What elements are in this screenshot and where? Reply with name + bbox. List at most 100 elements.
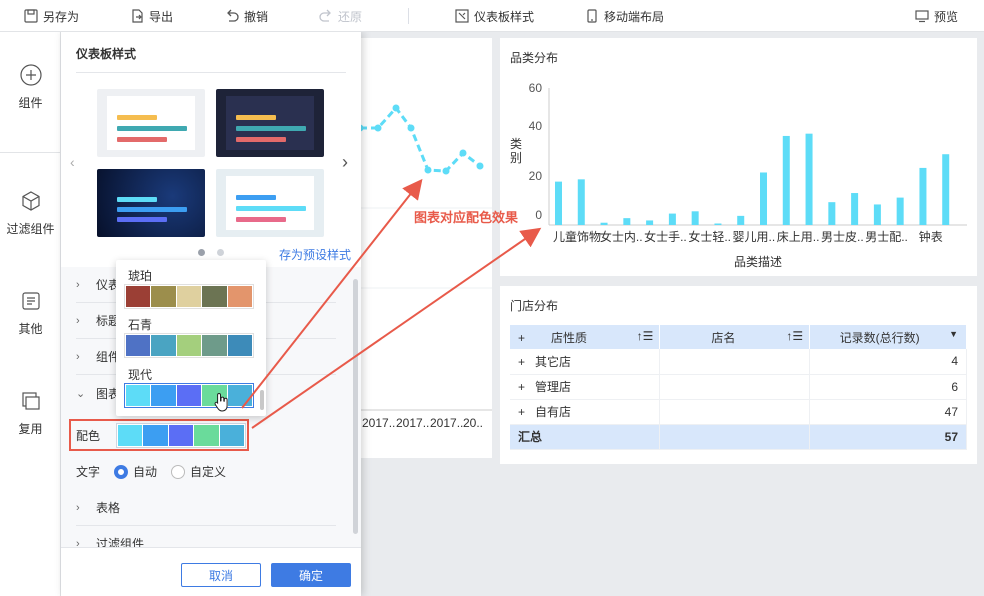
expand-icon[interactable]: + [518, 355, 525, 369]
section-table[interactable]: › 表格 [76, 490, 336, 526]
redo-button[interactable]: 还原 [319, 0, 362, 32]
line-series [360, 105, 481, 173]
style-thumb-starry[interactable] [97, 169, 205, 237]
palette-swatch [227, 385, 253, 406]
palette-swatch [202, 335, 227, 356]
chevron-right-icon: › [76, 537, 80, 548]
palette-swatch [126, 286, 151, 307]
chevron-left-icon[interactable]: ‹ [70, 154, 75, 170]
panel-divider [76, 72, 346, 73]
dropdown-scrollbar[interactable] [260, 390, 264, 410]
chevron-right-icon: › [76, 501, 80, 514]
palette-option-modern[interactable] [124, 383, 254, 408]
bar [919, 167, 927, 225]
toolbar: 另存为 导出 撤销 还原 仪表板样式 移动端布局 预览 [0, 0, 984, 32]
color-label: 配色 [76, 428, 101, 443]
palette-swatch [194, 424, 219, 446]
panel-footer: 取消 确定 [61, 547, 361, 596]
y-tick-label: 0 [535, 208, 542, 222]
y-axis-label: 别 [510, 151, 522, 165]
x-tick-label: 女士轻.. [688, 229, 731, 244]
toolbar-divider [408, 8, 409, 24]
expand-all-icon[interactable]: + [518, 331, 525, 345]
x-tick-label: 儿童饰物 [553, 229, 601, 244]
save-preset-link[interactable]: 存为预设样式 [279, 246, 351, 263]
palette-swatch [219, 424, 245, 446]
chevron-right-icon: › [76, 350, 80, 363]
dashboard-style-panel: 仪表板样式 ‹ › 存为预设样式 › 仪表 › 标题 › 组件 ⌄ 图表 › 表格 › 过滤… [61, 32, 361, 596]
mobile-layout-button[interactable]: 移动端布局 [585, 0, 664, 32]
palette-swatch [227, 335, 253, 356]
line-x-label: 20.. [463, 416, 483, 430]
chevron-right-icon[interactable]: › [342, 152, 348, 173]
cancel-button[interactable]: 取消 [181, 563, 261, 587]
chevron-down-icon: ⌄ [76, 387, 86, 400]
dashboard-style-button[interactable]: 仪表板样式 [455, 0, 534, 32]
current-palette[interactable] [116, 422, 246, 448]
palette-option-stone-blue[interactable] [124, 333, 254, 358]
save-as-button[interactable]: 另存为 [24, 0, 79, 32]
expand-icon[interactable]: + [518, 405, 525, 419]
line-point [392, 104, 400, 112]
header-store-type[interactable]: + 店性质 ↑☰ [510, 325, 661, 349]
text-auto-radio[interactable] [114, 464, 129, 479]
y-tick-label: 60 [529, 81, 543, 95]
carousel-dot-active[interactable] [198, 249, 205, 256]
table-total-row: 汇总 57 [510, 424, 967, 450]
chevron-right-icon: › [76, 314, 80, 327]
nav-filter-components[interactable]: 过滤组件 [0, 190, 61, 237]
style-thumb-dark[interactable] [216, 89, 324, 157]
carousel-dot[interactable] [217, 249, 224, 256]
color-scheme-row[interactable]: 配色 [69, 419, 249, 451]
line-point [374, 124, 382, 132]
palette-swatch [126, 335, 151, 356]
category-chart-card[interactable]: 品类分布 60 40 20 0 类别儿童饰物 女士内.. 女士手.. 女士轻.. 婴儿用.. 床上… [500, 38, 977, 276]
header-store-name[interactable]: 店名 ↑☰ [659, 325, 811, 349]
panel-scrollbar[interactable] [353, 279, 358, 534]
store-table-title: 门店分布 [510, 299, 559, 313]
section-filter[interactable]: › 过滤组件 [76, 526, 336, 547]
style-thumb-light[interactable] [97, 89, 205, 157]
bar [805, 133, 813, 225]
table-row[interactable]: + 其它店 4 [510, 349, 967, 375]
palette-dropdown: 琥珀 石青 现代 [116, 260, 266, 416]
sort-icon[interactable]: ↑☰ [786, 329, 803, 343]
line-x-label: 2017.. [362, 416, 395, 430]
x-tick-label: 男士配.. [865, 230, 908, 244]
nav-divider [0, 152, 61, 153]
palette-option-amber[interactable] [124, 284, 254, 309]
text-custom-radio[interactable] [171, 464, 186, 479]
bar [691, 211, 699, 225]
bar [646, 220, 654, 225]
left-nav: 组件 过滤组件 其他 复用 [0, 32, 61, 596]
panel-title: 仪表板样式 [76, 47, 137, 61]
bar [942, 154, 950, 225]
style-thumb-teal[interactable] [216, 169, 324, 237]
plus-circle-icon [19, 64, 42, 86]
expand-icon[interactable]: + [518, 380, 525, 394]
bar [896, 197, 904, 225]
nav-components[interactable]: 组件 [0, 64, 61, 111]
caret-down-icon[interactable]: ▼ [949, 329, 958, 339]
palette-swatch [151, 385, 176, 406]
sort-icon[interactable]: ↑☰ [637, 329, 654, 343]
export-button[interactable]: 导出 [130, 0, 173, 32]
table-row[interactable]: + 管理店 6 [510, 374, 967, 400]
line-x-label: 2017.. [430, 416, 463, 430]
x-tick-label: 婴儿用.. [733, 230, 776, 244]
nav-other[interactable]: 其他 [0, 290, 61, 337]
table-row[interactable]: + 自有店 47 [510, 399, 967, 425]
mobile-icon [587, 9, 597, 23]
line-point [442, 167, 450, 175]
ok-button[interactable]: 确定 [271, 563, 351, 587]
line-x-label: 2017.. [396, 416, 429, 430]
header-record-count[interactable]: 记录数(总行数) ▼ [809, 325, 967, 349]
undo-button[interactable]: 撤销 [225, 0, 268, 32]
x-tick-label: 男士皮.. [821, 230, 864, 244]
store-table-card[interactable]: 门店分布 + 店性质 ↑☰ 店名 ↑☰ 记录数(总行数) ▼ + 其它店 4 + 管理店 6… [500, 286, 977, 464]
bar [714, 223, 722, 225]
palette-swatch [176, 286, 202, 307]
preview-button[interactable]: 预览 [915, 0, 958, 32]
save-icon [24, 9, 38, 23]
nav-reuse[interactable]: 复用 [0, 390, 61, 437]
